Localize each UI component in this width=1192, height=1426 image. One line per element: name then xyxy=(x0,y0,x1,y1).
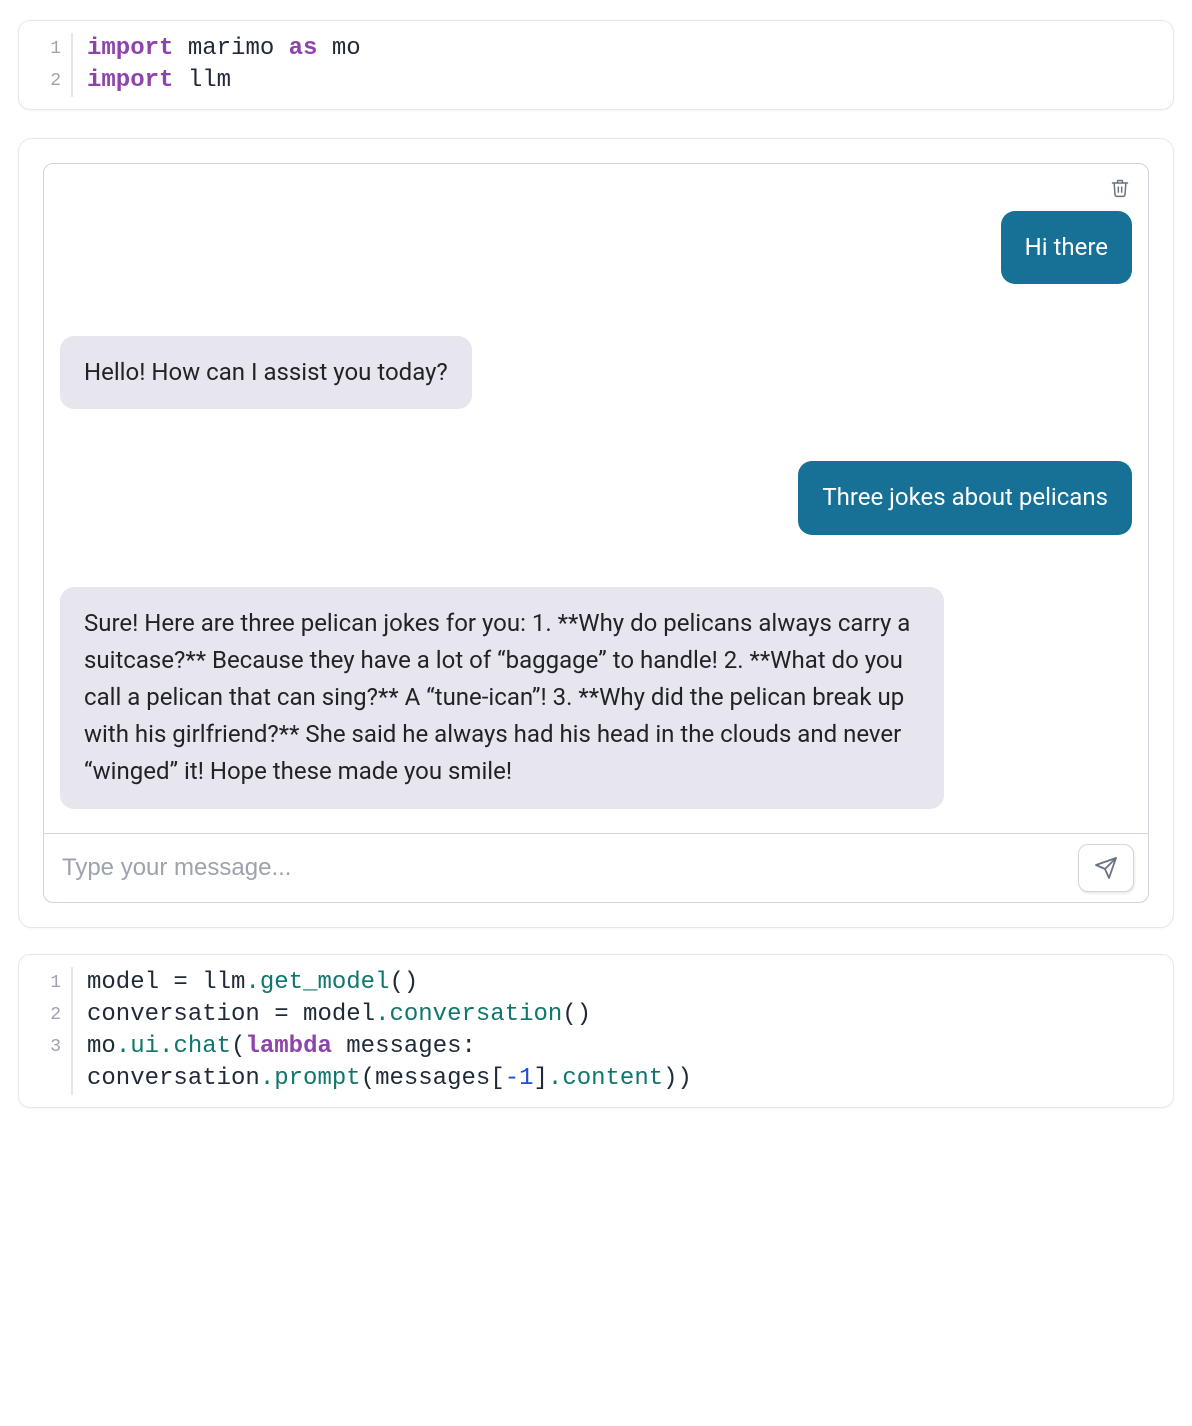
code-token xyxy=(317,35,331,62)
code-token: marimo xyxy=(188,35,274,62)
chat-output-cell: Hi there Hello! How can I assist you toda… xyxy=(18,138,1174,928)
code-token xyxy=(173,35,187,62)
assistant-bubble: Hello! How can I assist you today? xyxy=(60,336,472,409)
code-line[interactable]: import llm xyxy=(87,65,1159,97)
code-line[interactable]: model = llm.get_model() xyxy=(87,967,1159,999)
code-cell-2-line[interactable]: 2conversation = model.conversation() xyxy=(27,999,1159,1031)
code-token: . xyxy=(159,1033,173,1060)
code-token: get_model xyxy=(260,969,390,996)
code-token: llm xyxy=(202,969,245,996)
user-bubble: Hi there xyxy=(1001,211,1132,284)
line-number: 2 xyxy=(27,65,73,97)
code-token: chat xyxy=(173,1033,231,1060)
code-token: messages xyxy=(346,1033,461,1060)
code-token xyxy=(332,1033,346,1060)
user-bubble: Three jokes about pelicans xyxy=(798,461,1132,534)
code-token: = xyxy=(274,1001,288,1028)
code-token: model xyxy=(303,1001,375,1028)
code-token: import xyxy=(87,67,173,94)
code-token: prompt xyxy=(274,1065,360,1092)
code-token xyxy=(260,1001,274,1028)
chat-message-user: Hi there xyxy=(60,211,1132,284)
code-token: () xyxy=(389,969,418,996)
code-token: [ xyxy=(490,1065,504,1092)
code-token: ( xyxy=(361,1065,375,1092)
code-token xyxy=(289,1001,303,1028)
code-token: : xyxy=(462,1033,476,1060)
code-token: -1 xyxy=(505,1065,534,1092)
code-token: )) xyxy=(663,1065,692,1092)
code-token xyxy=(188,969,202,996)
line-number: 3 xyxy=(27,1031,73,1063)
code-token: ui xyxy=(130,1033,159,1060)
code-cell-1-line[interactable]: 1 import marimo as mo xyxy=(27,33,1159,65)
code-line[interactable]: mo.ui.chat(lambda messages: xyxy=(87,1031,1159,1063)
code-token: . xyxy=(375,1001,389,1028)
clear-chat-button[interactable] xyxy=(1106,174,1134,205)
code-token: mo xyxy=(87,1033,116,1060)
code-cell-2-line[interactable]: conversation.prompt(messages[-1].content… xyxy=(27,1063,1159,1095)
code-token: import xyxy=(87,35,173,62)
code-token: model xyxy=(87,969,159,996)
code-token: content xyxy=(562,1065,663,1092)
code-line[interactable]: import marimo as mo xyxy=(87,33,1159,65)
code-cell-1-line[interactable]: 2 import llm xyxy=(27,65,1159,97)
code-cell-2[interactable]: 1model = llm.get_model()2conversation = … xyxy=(18,954,1174,1108)
send-icon xyxy=(1094,856,1118,880)
code-token xyxy=(159,969,173,996)
assistant-bubble: Sure! Here are three pelican jokes for y… xyxy=(60,587,944,809)
chat-body: Hi there Hello! How can I assist you toda… xyxy=(44,205,1148,833)
trash-icon xyxy=(1110,178,1130,198)
code-token xyxy=(274,35,288,62)
code-cell-1[interactable]: 1 import marimo as mo 2 import llm xyxy=(18,20,1174,110)
code-token: . xyxy=(548,1065,562,1092)
code-token: conversation xyxy=(389,1001,562,1028)
code-token: . xyxy=(116,1033,130,1060)
code-token: as xyxy=(289,35,318,62)
chat-message-assistant: Hello! How can I assist you today? xyxy=(60,336,1132,409)
chat-message-user: Three jokes about pelicans xyxy=(60,461,1132,534)
code-token: lambda xyxy=(245,1033,331,1060)
chat-input-bar xyxy=(44,833,1148,902)
send-button[interactable] xyxy=(1078,844,1134,892)
line-number: 1 xyxy=(27,967,73,999)
code-cell-2-line[interactable]: 1 model = llm.get_model() xyxy=(27,967,1159,999)
code-token: mo xyxy=(332,35,361,62)
chat-toolbar xyxy=(44,164,1148,205)
line-number: 1 xyxy=(27,33,73,65)
code-token xyxy=(173,67,187,94)
code-token: llm xyxy=(188,67,231,94)
code-token: ] xyxy=(534,1065,548,1092)
code-token: conversation xyxy=(87,1065,260,1092)
code-token: conversation xyxy=(87,1001,260,1028)
code-token: . xyxy=(245,969,259,996)
code-line[interactable]: conversation = model.conversation() xyxy=(87,999,1159,1031)
code-token: . xyxy=(260,1065,274,1092)
code-cell-2-line[interactable]: 3mo.ui.chat(lambda messages: xyxy=(27,1031,1159,1063)
code-token: messages xyxy=(375,1065,490,1092)
chat-message-assistant: Sure! Here are three pelican jokes for y… xyxy=(60,587,1132,809)
code-line[interactable]: conversation.prompt(messages[-1].content… xyxy=(87,1063,1159,1095)
line-number xyxy=(27,1063,73,1095)
chat-input[interactable] xyxy=(58,844,1066,892)
code-token: () xyxy=(562,1001,591,1028)
code-token: ( xyxy=(231,1033,245,1060)
code-token: = xyxy=(173,969,187,996)
chat-card: Hi there Hello! How can I assist you toda… xyxy=(43,163,1149,903)
line-number: 2 xyxy=(27,999,73,1031)
